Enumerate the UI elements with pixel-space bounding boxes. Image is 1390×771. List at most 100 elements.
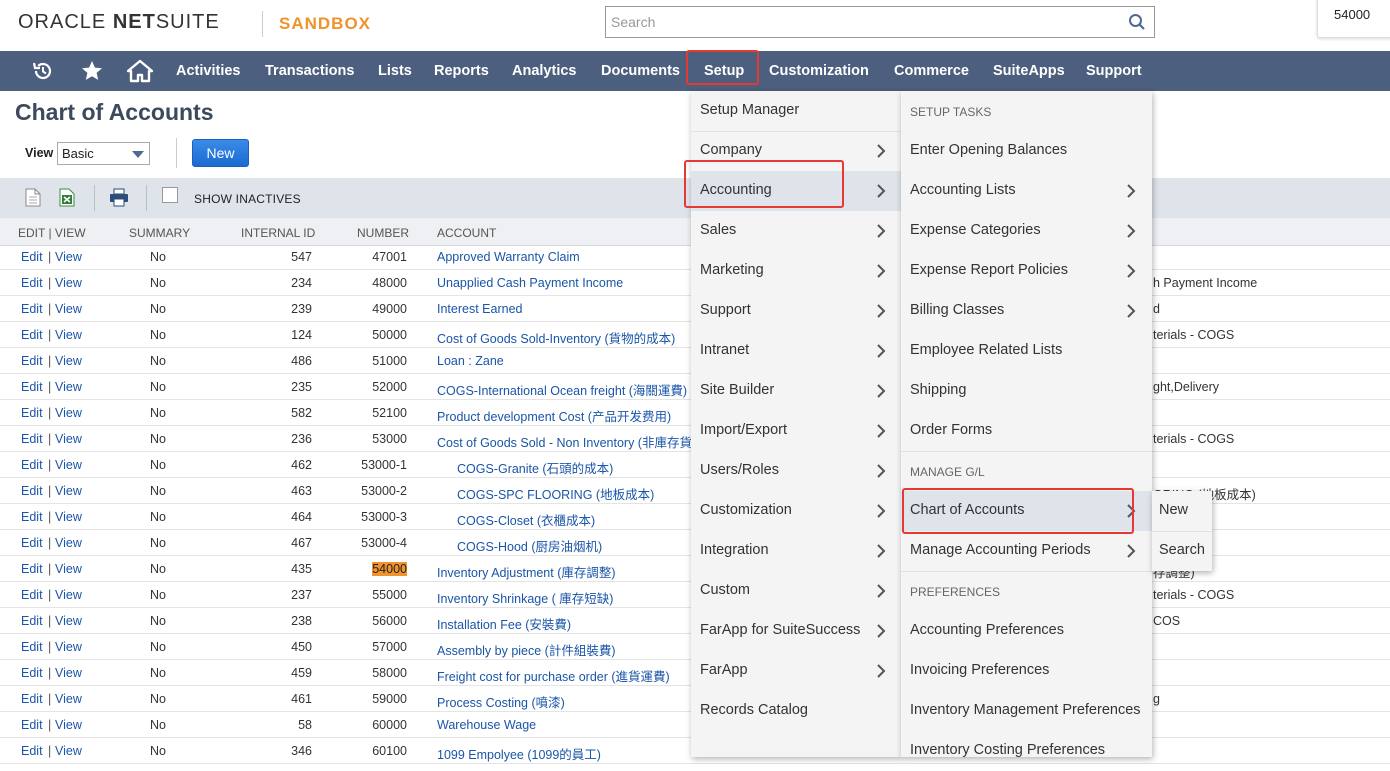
view-link[interactable]: View	[55, 276, 82, 290]
setup-menu-item[interactable]: Customization	[691, 491, 901, 531]
col-edit-view[interactable]: EDIT | VIEW	[18, 226, 86, 240]
preference-item[interactable]: Invoicing Preferences	[901, 651, 1152, 691]
setup-menu-item[interactable]: Integration	[691, 531, 901, 571]
star-icon[interactable]	[80, 59, 104, 83]
nav-suiteapps[interactable]: SuiteApps	[993, 63, 1065, 79]
accounting-task-item[interactable]: Expense Report Policies	[901, 251, 1152, 291]
col-number[interactable]: NUMBER	[357, 226, 409, 240]
setup-menu-item[interactable]: FarApp	[691, 651, 901, 691]
setup-menu-item[interactable]: Custom	[691, 571, 901, 611]
edit-link[interactable]: Edit	[21, 406, 43, 420]
nav-support[interactable]: Support	[1086, 63, 1142, 79]
edit-link[interactable]: Edit	[21, 432, 43, 446]
edit-link[interactable]: Edit	[21, 718, 43, 732]
view-link[interactable]: View	[55, 328, 82, 342]
setup-menu-item[interactable]: Site Builder	[691, 371, 901, 411]
coa-search-item[interactable]: Search	[1152, 531, 1212, 571]
account-link[interactable]: Unapplied Cash Payment Income	[437, 276, 623, 290]
setup-menu-item[interactable]: Sales	[691, 211, 901, 251]
setup-menu-item[interactable]: Intranet	[691, 331, 901, 371]
preference-item[interactable]: Accounting Preferences	[901, 611, 1152, 651]
edit-link[interactable]: Edit	[21, 328, 43, 342]
nav-documents[interactable]: Documents	[601, 63, 680, 79]
edit-link[interactable]: Edit	[21, 250, 43, 264]
view-link[interactable]: View	[55, 354, 82, 368]
account-link[interactable]: Cost of Goods Sold - Non Inventory (非庫存貨…	[437, 432, 704, 451]
edit-link[interactable]: Edit	[21, 562, 43, 576]
view-link[interactable]: View	[55, 432, 82, 446]
edit-link[interactable]: Edit	[21, 276, 43, 290]
search-input[interactable]	[606, 7, 1116, 37]
setup-menu-item[interactable]: Import/Export	[691, 411, 901, 451]
preference-item[interactable]: Inventory Costing Preferences	[901, 731, 1152, 771]
edit-link[interactable]: Edit	[21, 640, 43, 654]
nav-analytics[interactable]: Analytics	[512, 63, 576, 79]
home-icon[interactable]	[126, 59, 154, 83]
edit-link[interactable]: Edit	[21, 744, 43, 758]
view-link[interactable]: View	[55, 250, 82, 264]
view-link[interactable]: View	[55, 640, 82, 654]
account-link[interactable]: Loan : Zane	[437, 354, 504, 368]
edit-link[interactable]: Edit	[21, 458, 43, 472]
account-link[interactable]: Approved Warranty Claim	[437, 250, 580, 264]
view-link[interactable]: View	[55, 614, 82, 628]
nav-activities[interactable]: Activities	[176, 63, 240, 79]
print-icon[interactable]	[109, 188, 129, 212]
nav-customization[interactable]: Customization	[769, 63, 869, 79]
view-link[interactable]: View	[55, 718, 82, 732]
preference-item[interactable]: Inventory Management Preferences	[901, 691, 1152, 731]
accounting-task-item[interactable]: Expense Categories	[901, 211, 1152, 251]
edit-link[interactable]: Edit	[21, 302, 43, 316]
accounting-task-item[interactable]: Employee Related Lists	[901, 331, 1152, 371]
account-link[interactable]: Warehouse Wage	[437, 718, 536, 732]
setup-menu-item[interactable]: Setup Manager	[691, 91, 901, 131]
account-link[interactable]: COGS-Granite (石頭的成本)	[457, 458, 613, 477]
nav-lists[interactable]: Lists	[378, 63, 412, 79]
setup-menu-item[interactable]: Support	[691, 291, 901, 331]
edit-link[interactable]: Edit	[21, 484, 43, 498]
account-link[interactable]: Cost of Goods Sold-Inventory (貨物的成本)	[437, 328, 675, 347]
excel-export-icon[interactable]	[59, 188, 75, 212]
view-link[interactable]: View	[55, 380, 82, 394]
view-select[interactable]: Basic	[57, 142, 150, 165]
account-selector[interactable]: 54000	[1317, 0, 1390, 38]
edit-link[interactable]: Edit	[21, 666, 43, 680]
edit-link[interactable]: Edit	[21, 354, 43, 368]
view-link[interactable]: View	[55, 484, 82, 498]
view-link[interactable]: View	[55, 562, 82, 576]
account-link[interactable]: Installation Fee (安裝費)	[437, 614, 571, 633]
edit-link[interactable]: Edit	[21, 380, 43, 394]
document-icon[interactable]	[25, 188, 41, 212]
account-link[interactable]: COGS-SPC FLOORING (地板成本)	[457, 484, 654, 503]
accounting-task-item[interactable]: Billing Classes	[901, 291, 1152, 331]
view-link[interactable]: View	[55, 588, 82, 602]
account-link[interactable]: COGS-Closet (衣櫃成本)	[457, 510, 595, 529]
col-summary[interactable]: SUMMARY	[129, 226, 190, 240]
show-inactives-checkbox[interactable]	[162, 187, 178, 203]
edit-link[interactable]: Edit	[21, 692, 43, 706]
view-link[interactable]: View	[55, 302, 82, 316]
nav-transactions[interactable]: Transactions	[265, 63, 354, 79]
account-link[interactable]: COGS-International Ocean freight (海關運費)	[437, 380, 687, 399]
account-link[interactable]: COGS-Hood (厨房油烟机)	[457, 536, 602, 555]
nav-commerce[interactable]: Commerce	[894, 63, 969, 79]
accounting-task-item[interactable]: Accounting Lists	[901, 171, 1152, 211]
view-link[interactable]: View	[55, 536, 82, 550]
oracle-netsuite-logo[interactable]: ORACLE NETSUITE	[18, 11, 220, 34]
new-account-button[interactable]: New	[192, 139, 249, 167]
col-internal-id[interactable]: INTERNAL ID	[241, 226, 315, 240]
setup-menu-item[interactable]: Records Catalog	[691, 691, 901, 731]
accounting-task-item[interactable]: Enter Opening Balances	[901, 131, 1152, 171]
edit-link[interactable]: Edit	[21, 614, 43, 628]
search-icon[interactable]	[1128, 13, 1146, 36]
account-link[interactable]: 1099 Empolyee (1099的員工)	[437, 744, 601, 763]
recent-icon[interactable]	[31, 59, 55, 83]
global-search[interactable]	[605, 6, 1155, 38]
account-link[interactable]: Inventory Adjustment (庫存調整)	[437, 562, 616, 581]
view-link[interactable]: View	[55, 510, 82, 524]
view-link[interactable]: View	[55, 744, 82, 758]
account-link[interactable]: Interest Earned	[437, 302, 522, 316]
accounting-task-item[interactable]: Order Forms	[901, 411, 1152, 451]
col-account[interactable]: ACCOUNT	[437, 226, 496, 240]
account-link[interactable]: Freight cost for purchase order (進貨運費)	[437, 666, 670, 685]
